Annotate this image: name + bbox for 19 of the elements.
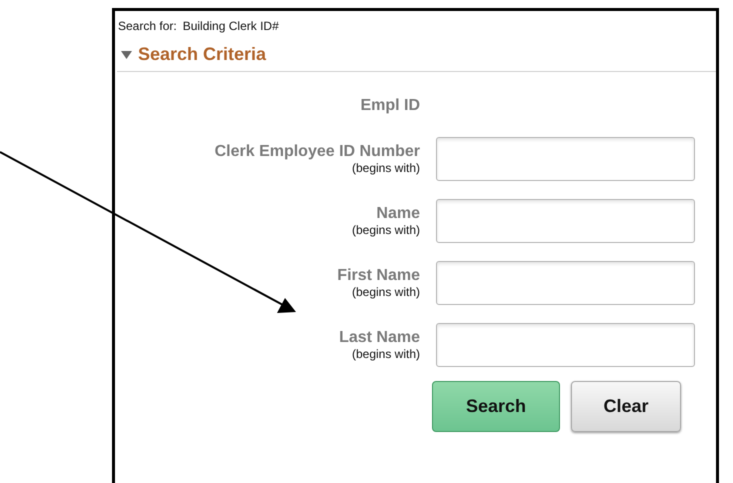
field-label: Name [376,204,420,223]
input-field[interactable] [436,323,695,367]
field-label: First Name [337,266,420,285]
input-field[interactable] [436,199,695,243]
field-label: Clerk Employee ID Number [214,142,420,161]
field-hint: (begins with) [352,161,420,176]
section-title[interactable]: Search Criteria [138,44,266,65]
search-for-label: Search for: [118,19,177,33]
field-label: Empl ID [360,96,420,115]
search-button[interactable]: Search [432,381,560,432]
input-field[interactable] [436,261,695,305]
clear-button[interactable]: Clear [571,381,681,432]
search-for-value: Building Clerk ID# [182,19,279,33]
collapse-triangle-icon[interactable] [121,50,132,58]
field-hint: (begins with) [352,223,420,238]
input-field[interactable] [436,137,695,181]
field-hint: (begins with) [352,347,420,362]
field-hint: (begins with) [352,285,420,300]
field-label: Last Name [339,328,420,347]
